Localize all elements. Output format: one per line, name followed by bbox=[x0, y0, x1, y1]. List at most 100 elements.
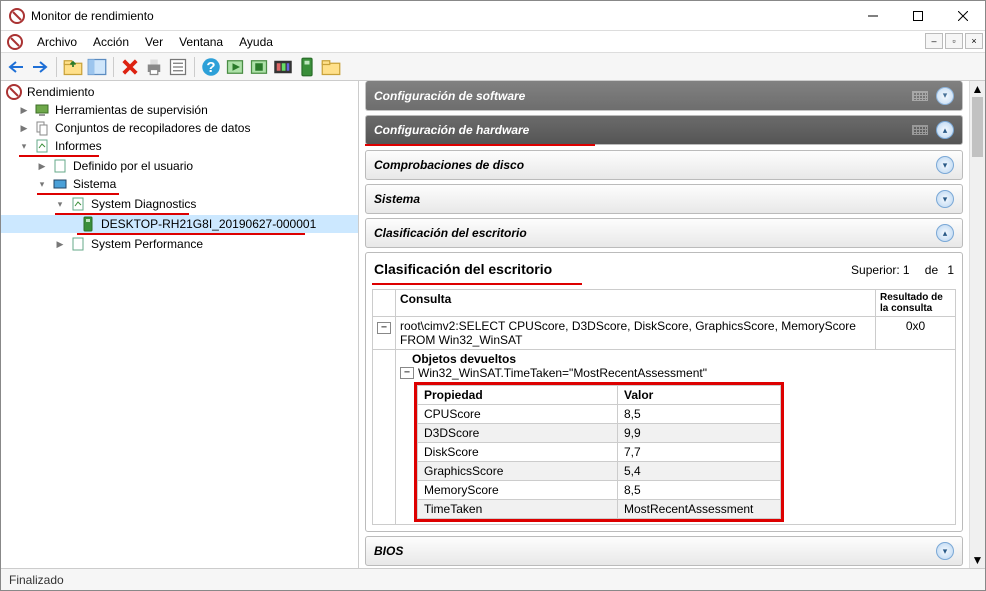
th-query: Consulta bbox=[396, 290, 876, 317]
tree-panel[interactable]: Rendimiento ▶ Herramientas de supervisió… bbox=[1, 81, 359, 568]
back-button[interactable] bbox=[5, 56, 27, 78]
mdi-restore-button[interactable]: ▫ bbox=[945, 33, 963, 49]
th-result: Resultado de la consulta bbox=[876, 290, 956, 317]
pager-label: Superior: bbox=[851, 263, 900, 277]
scroll-up-button[interactable]: ▲ bbox=[970, 81, 985, 97]
where-clause: Win32_WinSAT.TimeTaken="MostRecentAssess… bbox=[418, 366, 707, 380]
content-scroll[interactable]: Configuración de software ▾ Configuració… bbox=[359, 81, 969, 568]
pager-of: de bbox=[925, 263, 938, 277]
expand-icon[interactable]: ▶ bbox=[35, 159, 49, 173]
chevron-up-icon[interactable]: ▴ bbox=[936, 224, 954, 242]
report-icon bbox=[80, 216, 96, 232]
scrollbar[interactable]: ▲ ▼ bbox=[969, 81, 985, 568]
system-icon bbox=[52, 176, 68, 192]
menu-window[interactable]: Ventana bbox=[171, 33, 231, 51]
section-bar-hardware-config[interactable]: Configuración de hardware ▴ bbox=[365, 115, 963, 145]
grid-icon bbox=[912, 125, 928, 135]
section-bar-bios[interactable]: BIOS ▾ bbox=[365, 536, 963, 566]
tree-system[interactable]: ▾ Sistema bbox=[1, 175, 358, 193]
tool-button-b[interactable] bbox=[248, 56, 270, 78]
section-title: BIOS bbox=[374, 544, 403, 558]
close-button[interactable] bbox=[940, 1, 985, 30]
expand-icon[interactable]: ▶ bbox=[17, 121, 31, 135]
pager: Superior: 1 de 1 bbox=[851, 263, 954, 277]
property-cell: GraphicsScore bbox=[418, 462, 618, 481]
section-bar-desktop-classification[interactable]: Clasificación del escritorio ▴ bbox=[365, 218, 963, 248]
section-bar-disk-checks[interactable]: Comprobaciones de disco ▾ bbox=[365, 150, 963, 180]
tree-report-entry[interactable]: DESKTOP-RH21G8I_20190627-000001 bbox=[1, 215, 358, 233]
tree-collectors[interactable]: ▶ Conjuntos de recopiladores de datos bbox=[1, 119, 358, 137]
tree-report-entry-group: DESKTOP-RH21G8I_20190627-000001 bbox=[1, 215, 358, 235]
show-hide-tree-button[interactable] bbox=[86, 56, 108, 78]
collapse-toggle[interactable]: − bbox=[377, 322, 391, 334]
chevron-down-icon[interactable]: ▾ bbox=[936, 190, 954, 208]
forward-button[interactable] bbox=[29, 56, 51, 78]
properties-table: Propiedad Valor CPUScore8,5D3DScore9,9Di… bbox=[417, 385, 781, 519]
query-cell: root\cimv2:SELECT CPUScore, D3DScore, Di… bbox=[396, 317, 876, 350]
mdi-minimize-button[interactable]: – bbox=[925, 33, 943, 49]
tree-label: Informes bbox=[53, 139, 104, 153]
chevron-down-icon[interactable]: ▾ bbox=[936, 542, 954, 560]
mdi-close-button[interactable]: × bbox=[965, 33, 983, 49]
tree-user-defined[interactable]: ▶ Definido por el usuario bbox=[1, 157, 358, 175]
value-cell: MostRecentAssessment bbox=[618, 500, 781, 519]
main-area: Rendimiento ▶ Herramientas de supervisió… bbox=[1, 81, 985, 568]
scroll-track[interactable] bbox=[970, 97, 985, 552]
maximize-button[interactable] bbox=[895, 1, 940, 30]
toolbar-separator bbox=[56, 57, 57, 77]
reports-icon bbox=[34, 138, 50, 154]
tree-label: Definido por el usuario bbox=[71, 159, 195, 173]
chevron-down-icon[interactable]: ▾ bbox=[936, 156, 954, 174]
menu-action[interactable]: Acción bbox=[85, 33, 137, 51]
table-row: D3DScore9,9 bbox=[418, 424, 781, 443]
tree-label: DESKTOP-RH21G8I_20190627-000001 bbox=[99, 217, 318, 231]
collapse-icon[interactable]: ▾ bbox=[17, 139, 31, 153]
delete-button[interactable] bbox=[119, 56, 141, 78]
help-button[interactable]: ? bbox=[200, 56, 222, 78]
menu-help[interactable]: Ayuda bbox=[231, 33, 281, 51]
tree-system-performance[interactable]: ▶ System Performance bbox=[1, 235, 358, 253]
content-area: Configuración de software ▾ Configuració… bbox=[359, 81, 985, 568]
tool-button-e[interactable] bbox=[320, 56, 342, 78]
expand-icon[interactable]: ▶ bbox=[17, 103, 31, 117]
table-row: GraphicsScore5,4 bbox=[418, 462, 781, 481]
collapse-toggle[interactable]: − bbox=[400, 367, 414, 379]
app-icon bbox=[9, 8, 25, 24]
table-row: Objetos devueltos − Win32_WinSAT.TimeTak… bbox=[373, 350, 956, 525]
folder-icon bbox=[52, 158, 68, 174]
highlight-line bbox=[372, 283, 582, 285]
scroll-thumb[interactable] bbox=[972, 97, 983, 157]
th-value: Valor bbox=[618, 386, 781, 405]
value-cell: 7,7 bbox=[618, 443, 781, 462]
collapse-icon[interactable]: ▾ bbox=[35, 177, 49, 191]
tree-reports[interactable]: ▾ Informes bbox=[1, 137, 358, 155]
menu-view[interactable]: Ver bbox=[137, 33, 171, 51]
properties-button[interactable] bbox=[167, 56, 189, 78]
section-bar-system[interactable]: Sistema ▾ bbox=[365, 184, 963, 214]
print-button[interactable] bbox=[143, 56, 165, 78]
tool-button-d[interactable] bbox=[296, 56, 318, 78]
scroll-down-button[interactable]: ▼ bbox=[970, 552, 985, 568]
section-title: Sistema bbox=[374, 192, 420, 206]
value-cell: 9,9 bbox=[618, 424, 781, 443]
tool-button-c[interactable] bbox=[272, 56, 294, 78]
collapse-icon[interactable]: ▾ bbox=[53, 197, 67, 211]
statusbar: Finalizado bbox=[1, 568, 985, 590]
tree-system-diagnostics[interactable]: ▾ System Diagnostics bbox=[1, 195, 358, 213]
chevron-up-icon[interactable]: ▴ bbox=[936, 121, 954, 139]
expand-icon[interactable]: ▶ bbox=[53, 237, 67, 251]
minimize-button[interactable] bbox=[850, 1, 895, 30]
tree-monitoring-tools[interactable]: ▶ Herramientas de supervisión bbox=[1, 101, 358, 119]
tree-label: Herramientas de supervisión bbox=[53, 103, 210, 117]
chevron-down-icon[interactable]: ▾ bbox=[936, 87, 954, 105]
section-bar-software-config[interactable]: Configuración de software ▾ bbox=[365, 81, 963, 111]
folder-up-button[interactable] bbox=[62, 56, 84, 78]
section-title: Configuración de software bbox=[374, 89, 525, 103]
tool-button-a[interactable] bbox=[224, 56, 246, 78]
table-row: TimeTakenMostRecentAssessment bbox=[418, 500, 781, 519]
titlebar: Monitor de rendimiento bbox=[1, 1, 985, 31]
property-cell: DiskScore bbox=[418, 443, 618, 462]
tree-root[interactable]: Rendimiento bbox=[1, 83, 358, 101]
status-text: Finalizado bbox=[9, 573, 64, 587]
menu-file[interactable]: Archivo bbox=[29, 33, 85, 51]
